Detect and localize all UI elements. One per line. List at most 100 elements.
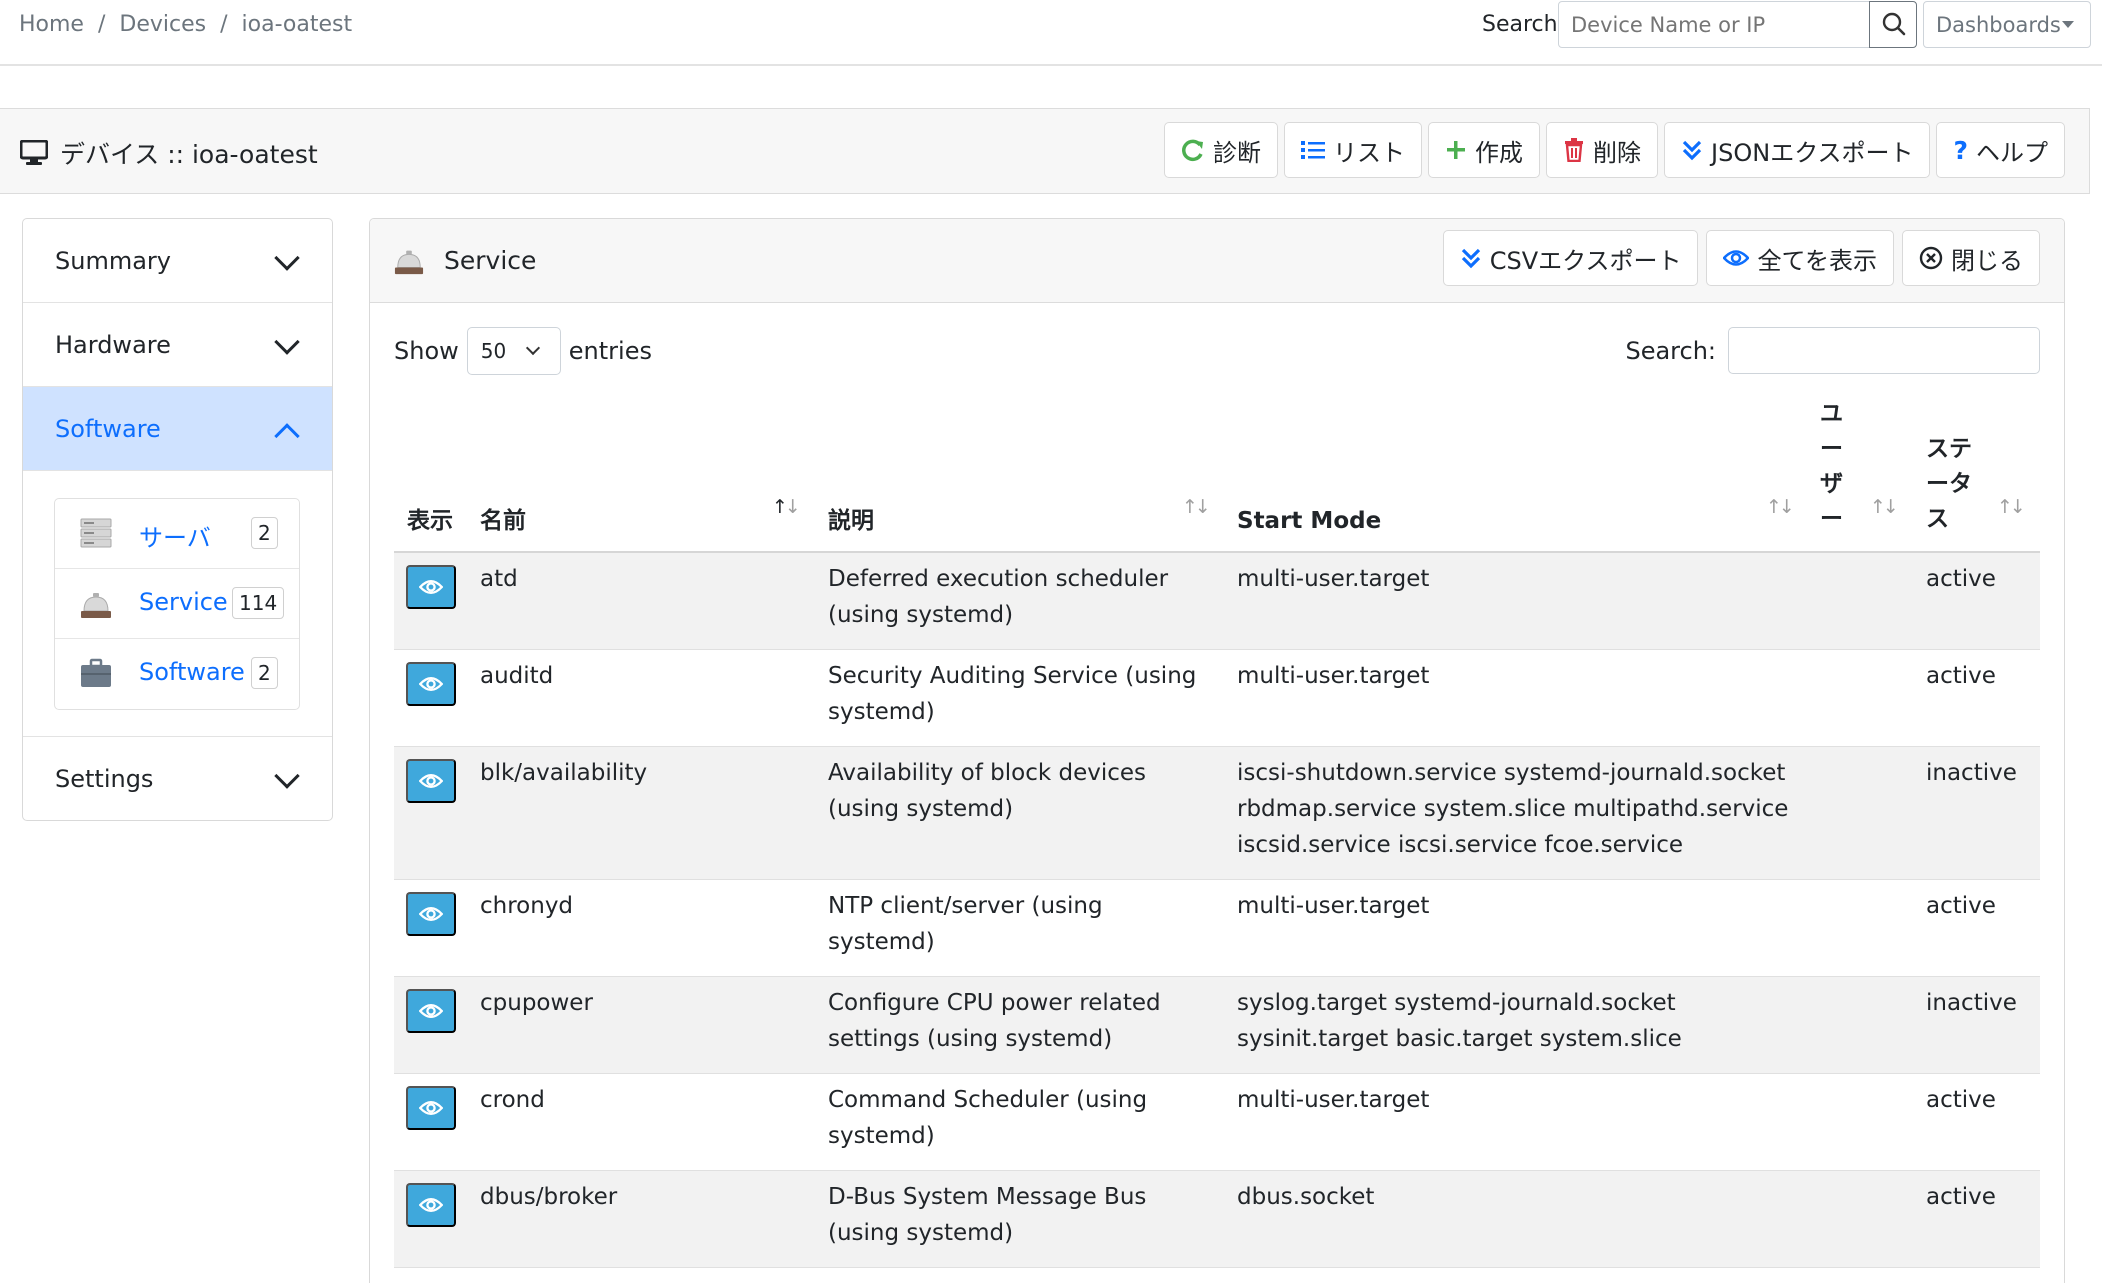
table-row: atd Deferred execution scheduler (using …: [394, 553, 2040, 650]
service-description: NTP client/server (using systemd): [828, 893, 1103, 955]
view-row-button[interactable]: [406, 662, 456, 706]
show-all-button[interactable]: 全てを表示: [1706, 230, 1894, 286]
count-badge: 114: [232, 587, 285, 619]
service-name: dbus/broker: [480, 1184, 618, 1210]
chevrons-down-icon: [1682, 140, 1702, 161]
sort-icon[interactable]: ↑↓: [1182, 496, 1211, 518]
chevron-down-icon: [274, 763, 300, 789]
column-header-status[interactable]: ステータス: [1926, 432, 1986, 537]
view-row-button[interactable]: [406, 892, 456, 936]
view-row-button[interactable]: [406, 1086, 456, 1130]
view-row-button[interactable]: [406, 989, 456, 1033]
device-header: デバイス :: ioa-oatest 診断 リスト 作成 削除 JSONエクスポ…: [0, 108, 2090, 194]
sidebar-item-software[interactable]: Software: [23, 387, 332, 471]
question-icon: ?: [1953, 135, 1968, 165]
column-header-user[interactable]: ユーザー: [1820, 397, 1854, 537]
service-name: auditd: [480, 663, 554, 689]
table-row: blk/availability Availability of block d…: [394, 747, 2040, 880]
eye-icon: [1723, 250, 1750, 266]
trash-icon: [1565, 138, 1584, 162]
help-label: ヘルプ: [1976, 138, 2048, 167]
table-row: chronyd NTP client/server (using systemd…: [394, 880, 2040, 977]
dashboards-dropdown[interactable]: Dashboards: [1923, 1, 2091, 48]
sidebar-item-label: Software: [55, 414, 161, 443]
service-description: Command Scheduler (using systemd): [828, 1087, 1148, 1149]
breadcrumb-device[interactable]: ioa-oatest: [242, 12, 353, 37]
diagnose-button[interactable]: 診断: [1164, 122, 1279, 178]
device-title: デバイス :: ioa-oatest: [60, 140, 318, 169]
search-label: Search: [1482, 12, 1558, 37]
bell-icon: [81, 593, 111, 618]
service-start-mode: multi-user.target: [1237, 1087, 1430, 1113]
sublist-item-label: Software: [139, 658, 245, 686]
close-circle-icon: [1919, 246, 1943, 270]
breadcrumb-home[interactable]: Home: [19, 12, 84, 37]
chevron-down-icon: [525, 340, 540, 356]
briefcase-icon: [81, 658, 111, 687]
service-status: active: [1926, 566, 1996, 592]
show-label: Show: [394, 337, 459, 365]
sort-icon[interactable]: ↑↓: [1997, 496, 2026, 518]
service-status: inactive: [1926, 990, 2017, 1016]
service-start-mode: iscsi-shutdown.service systemd-journald.…: [1237, 760, 1789, 858]
service-name: crond: [480, 1087, 545, 1113]
service-title: Service: [444, 245, 537, 275]
view-row-button[interactable]: [406, 759, 456, 803]
eye-icon: [419, 773, 443, 789]
service-status: active: [1926, 1087, 1996, 1113]
service-panel-header: Service CSVエクスポート 全てを表示 閉じる: [370, 219, 2064, 303]
sidebar-item-label: Hardware: [55, 330, 171, 359]
entries-select[interactable]: 50: [466, 327, 561, 375]
device-sidebar: Summary Hardware Software サーバ 2 Service …: [22, 218, 333, 821]
service-description: Security Auditing Service (using systemd…: [828, 663, 1197, 725]
table-search-label: Search:: [1625, 336, 1716, 365]
chevrons-down-icon: [1461, 248, 1480, 269]
chevron-down-icon: [274, 329, 300, 355]
eye-icon: [419, 1003, 443, 1019]
service-panel: Service CSVエクスポート 全てを表示 閉じる Show 50 entr…: [369, 218, 2065, 1283]
column-header-start-mode[interactable]: Start Mode: [1237, 504, 1381, 539]
json-export-button[interactable]: JSONエクスポート: [1664, 122, 1931, 178]
csv-export-button[interactable]: CSVエクスポート: [1442, 230, 1699, 286]
sidebar-item-settings[interactable]: Settings: [23, 736, 332, 820]
create-button[interactable]: 作成: [1428, 122, 1541, 178]
chevron-down-icon: [274, 245, 300, 271]
column-header-description[interactable]: 説明: [828, 504, 874, 539]
table-search-control: Search:: [1625, 327, 2040, 374]
breadcrumb: Home / Devices / ioa-oatest: [19, 12, 352, 37]
service-name: chronyd: [480, 893, 574, 919]
service-description: Configure CPU power related settings (us…: [828, 990, 1161, 1052]
count-badge: 2: [251, 657, 278, 689]
csv-export-label: CSVエクスポート: [1489, 246, 1682, 275]
view-row-button[interactable]: [406, 565, 456, 609]
help-button[interactable]: ? ヘルプ: [1936, 122, 2065, 178]
service-start-mode: dbus.socket: [1237, 1184, 1375, 1210]
entries-length-control: Show 50 entries: [394, 327, 652, 375]
delete-button[interactable]: 削除: [1546, 122, 1659, 178]
view-row-button[interactable]: [406, 1183, 456, 1227]
column-header-view[interactable]: 表示: [407, 504, 453, 539]
eye-icon: [419, 906, 443, 922]
sublist-item-service[interactable]: Service 114: [55, 569, 299, 639]
column-header-name[interactable]: 名前: [480, 504, 526, 539]
sidebar-item-hardware[interactable]: Hardware: [23, 303, 332, 387]
sidebar-item-label: Summary: [55, 246, 171, 275]
sort-icon[interactable]: ↑↓: [1766, 496, 1795, 518]
list-button[interactable]: リスト: [1284, 122, 1423, 178]
close-button[interactable]: 閉じる: [1902, 230, 2040, 286]
create-label: 作成: [1475, 138, 1524, 167]
sidebar-item-summary[interactable]: Summary: [23, 219, 332, 303]
software-sublist: サーバ 2 Service 114 Software 2: [54, 498, 300, 710]
breadcrumb-devices[interactable]: Devices: [119, 12, 206, 37]
table-search-input[interactable]: [1728, 327, 2040, 374]
chevron-up-icon: [274, 423, 300, 449]
sublist-item-software[interactable]: Software 2: [55, 639, 299, 709]
sublist-item-server[interactable]: サーバ 2: [55, 499, 299, 569]
search-button[interactable]: [1869, 1, 1917, 48]
bell-icon: [394, 250, 424, 275]
sort-icon[interactable]: ↑↓: [1870, 496, 1899, 518]
service-start-mode: multi-user.target: [1237, 566, 1430, 592]
device-search-input[interactable]: [1558, 1, 1870, 48]
sort-asc-icon[interactable]: ↑↓: [772, 496, 801, 518]
diagnose-label: 診断: [1213, 138, 1262, 167]
